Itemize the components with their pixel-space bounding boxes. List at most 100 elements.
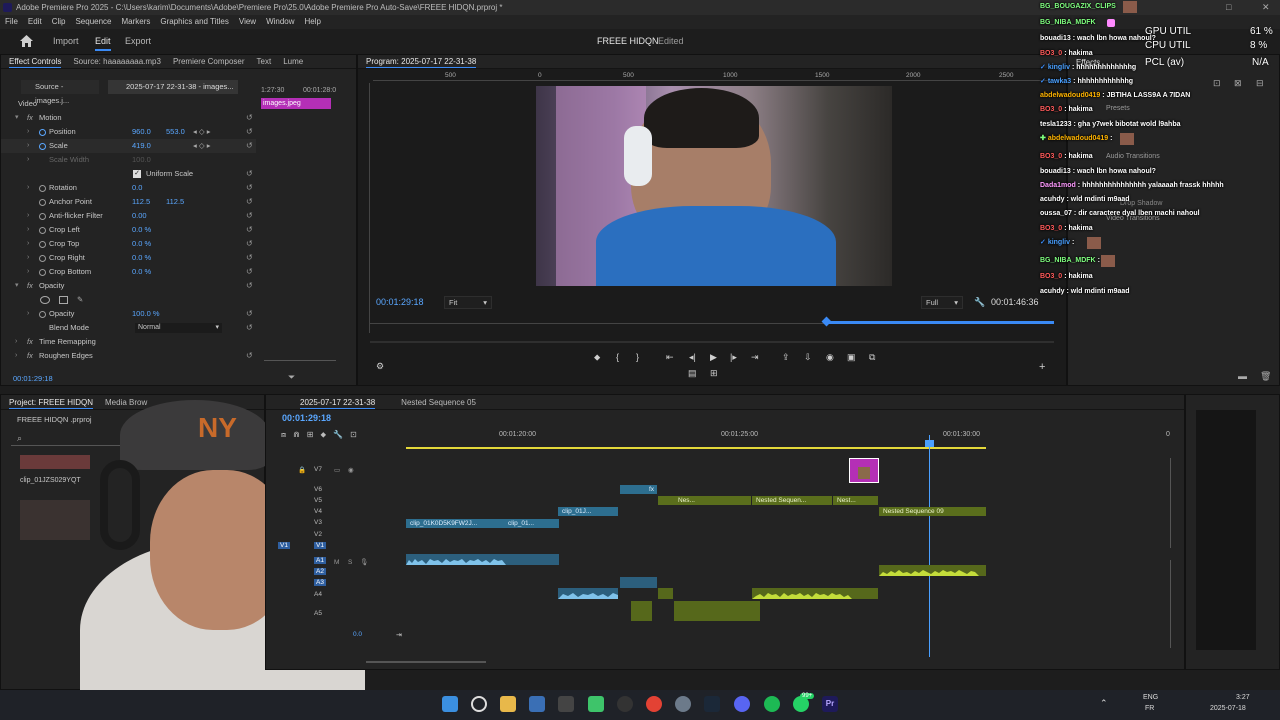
timeline-ruler[interactable]: 00:01:20:00 00:01:25:00 00:01:30:00 0 (406, 429, 1176, 443)
work-area-bar[interactable] (406, 447, 986, 449)
search-icon[interactable] (471, 696, 487, 712)
playhead-line[interactable] (929, 435, 930, 657)
tab-import[interactable]: Import (53, 29, 79, 54)
audio-clip[interactable] (752, 588, 878, 599)
play-icon[interactable]: ▶ (710, 352, 717, 363)
captions-icon[interactable]: ⊡ (350, 430, 357, 442)
nest-icon[interactable]: ⧈ (281, 430, 286, 442)
video-clip[interactable]: clip_01... (504, 519, 559, 528)
wrench-icon[interactable]: 🔧 (333, 430, 343, 442)
app-icon[interactable] (558, 696, 574, 712)
tab-source[interactable]: Source: haaaaaaaa.mp3 (73, 55, 161, 68)
clock-date[interactable]: 2025-07-18 (1210, 705, 1246, 712)
reset-icon[interactable]: ↺ (246, 195, 253, 209)
audio-clip[interactable] (631, 601, 652, 621)
camera-icon[interactable]: ◉ (826, 352, 834, 363)
opacity-row[interactable]: › Opacity 100.0 % ↺ (1, 307, 256, 321)
keyframe-nav-icon[interactable]: ◂ ◇ ▸ (193, 139, 210, 153)
yuv-effects-icon[interactable]: ⊟ (1256, 78, 1264, 89)
reset-icon[interactable]: ↺ (246, 223, 253, 237)
reset-icon[interactable]: ↺ (246, 349, 253, 363)
zoom-scroll[interactable] (370, 341, 1054, 343)
reset-icon[interactable]: ↺ (246, 251, 253, 265)
add-button-icon[interactable]: + (1039, 361, 1045, 373)
menu-view[interactable]: View (239, 15, 256, 29)
tab-effect-controls[interactable]: Effect Controls (9, 55, 62, 68)
audio-clip[interactable] (558, 588, 618, 599)
settings-icon[interactable] (675, 696, 691, 712)
comparison-icon[interactable]: ▣ (847, 352, 856, 363)
ec-timecode[interactable]: 00:01:29:18 (13, 374, 53, 383)
reset-icon[interactable]: ↺ (246, 279, 253, 293)
tab-export[interactable]: Export (125, 29, 151, 54)
video-clip[interactable]: Nested Sequence 09 (879, 507, 986, 516)
keyframe-nav-icon[interactable]: ◂ ◇ ▸ (193, 125, 210, 139)
presets-folder[interactable]: Presets (1106, 105, 1130, 112)
menu-window[interactable]: Window (266, 15, 294, 29)
new-bin-icon[interactable]: ⊡ (1213, 78, 1221, 89)
ellipse-mask-icon[interactable] (40, 296, 50, 304)
v1-source-patch[interactable]: V1 (278, 542, 290, 549)
vertical-scroll-audio[interactable] (1170, 560, 1171, 648)
anti-flicker-row[interactable]: › Anti-flicker Filter 0.00 ↺ (1, 209, 256, 223)
steam-icon[interactable] (704, 696, 720, 712)
vertical-scroll-video[interactable] (1170, 458, 1171, 548)
opacity-value[interactable]: 100.0 % (132, 307, 160, 321)
multicam-icon[interactable]: ⧉ (869, 352, 875, 363)
audio-clip[interactable] (674, 601, 760, 621)
menu-clip[interactable]: Clip (52, 15, 66, 29)
file-explorer-icon[interactable] (500, 696, 516, 712)
snap-icon[interactable]: ⋒ (293, 430, 300, 442)
tab-sequence[interactable]: 2025-07-17 22-31-38 (300, 395, 376, 409)
reset-icon[interactable]: ↺ (246, 139, 253, 153)
safe-margins-icon[interactable]: ▤ (688, 368, 697, 379)
video-clip[interactable]: Nest... (833, 496, 878, 505)
mark-out-icon[interactable]: } (636, 352, 639, 362)
opacity-section-row[interactable]: ▾ fx Opacity ↺ (1, 279, 256, 293)
mark-in-icon[interactable]: { (616, 352, 619, 362)
scale-width-row[interactable]: › Scale Width 100.0 (1, 153, 256, 167)
spotify-icon[interactable] (764, 696, 780, 712)
playhead-marker[interactable] (821, 316, 832, 327)
chevron-up-icon[interactable]: ⌃ (1100, 698, 1108, 709)
maximize-icon[interactable]: □ (1226, 0, 1231, 15)
go-to-in-icon[interactable]: ⇤ (666, 352, 674, 363)
menu-edit[interactable]: Edit (28, 15, 42, 29)
motion-row[interactable]: ▾ fx Motion ↺ (1, 111, 256, 125)
chrome-icon[interactable] (646, 696, 662, 712)
mic-icon[interactable]: 🎙 (360, 557, 368, 568)
position-y-value[interactable]: 553.0 (166, 125, 185, 139)
blend-mode-row[interactable]: Blend Mode Normal ▾ ↺ (1, 321, 256, 335)
crop-right-row[interactable]: › Crop Right 0.0 % ↺ (1, 251, 256, 265)
tab-premiere-composer[interactable]: Premiere Composer (173, 55, 245, 68)
video-clip[interactable]: Nes... (658, 496, 751, 505)
accelerated-effects-icon[interactable]: ⊠ (1234, 78, 1242, 89)
program-monitor-title[interactable]: Program: 2025-07-17 22-31-38 (366, 55, 477, 68)
premiere-taskbar-icon[interactable]: Pr (822, 696, 838, 712)
video-clip[interactable]: clip_01J... (558, 507, 618, 516)
language-fr[interactable]: FR (1145, 705, 1154, 712)
zoom-slider[interactable] (264, 360, 336, 361)
menu-sequence[interactable]: Sequence (75, 15, 111, 29)
video-clip[interactable]: Nested Sequen... (752, 496, 832, 505)
reset-icon[interactable]: ↺ (246, 181, 253, 195)
folder-icon[interactable]: ▬ (1238, 371, 1247, 381)
windows-start-icon[interactable] (442, 696, 458, 712)
close-icon[interactable]: ✕ (1262, 0, 1270, 15)
timeline-timecode[interactable]: 00:01:29:18 (282, 413, 331, 423)
eye-icon[interactable]: ◉ (348, 465, 354, 476)
source-clip-selector[interactable]: Source - images.j... (21, 80, 99, 105)
linked-selection-icon[interactable]: ⊞ (307, 430, 314, 442)
image-clip[interactable] (849, 458, 879, 483)
reset-icon[interactable]: ↺ (246, 125, 253, 139)
settings-icon[interactable]: ⚙ (376, 361, 384, 372)
discord-icon[interactable] (734, 696, 750, 712)
reset-icon[interactable]: ↺ (246, 111, 253, 125)
step-back-icon[interactable]: ◂| (689, 352, 696, 363)
scale-row[interactable]: › Scale 419.0 ◂ ◇ ▸ ↺ (1, 139, 256, 153)
add-marker-icon[interactable]: ⬥ (594, 352, 600, 363)
uniform-scale-row[interactable]: ✓ Uniform Scale ↺ (1, 167, 256, 181)
reset-icon[interactable]: ↺ (246, 307, 253, 321)
reset-icon[interactable]: ↺ (246, 321, 253, 335)
crop-bottom-row[interactable]: › Crop Bottom 0.0 % ↺ (1, 265, 256, 279)
